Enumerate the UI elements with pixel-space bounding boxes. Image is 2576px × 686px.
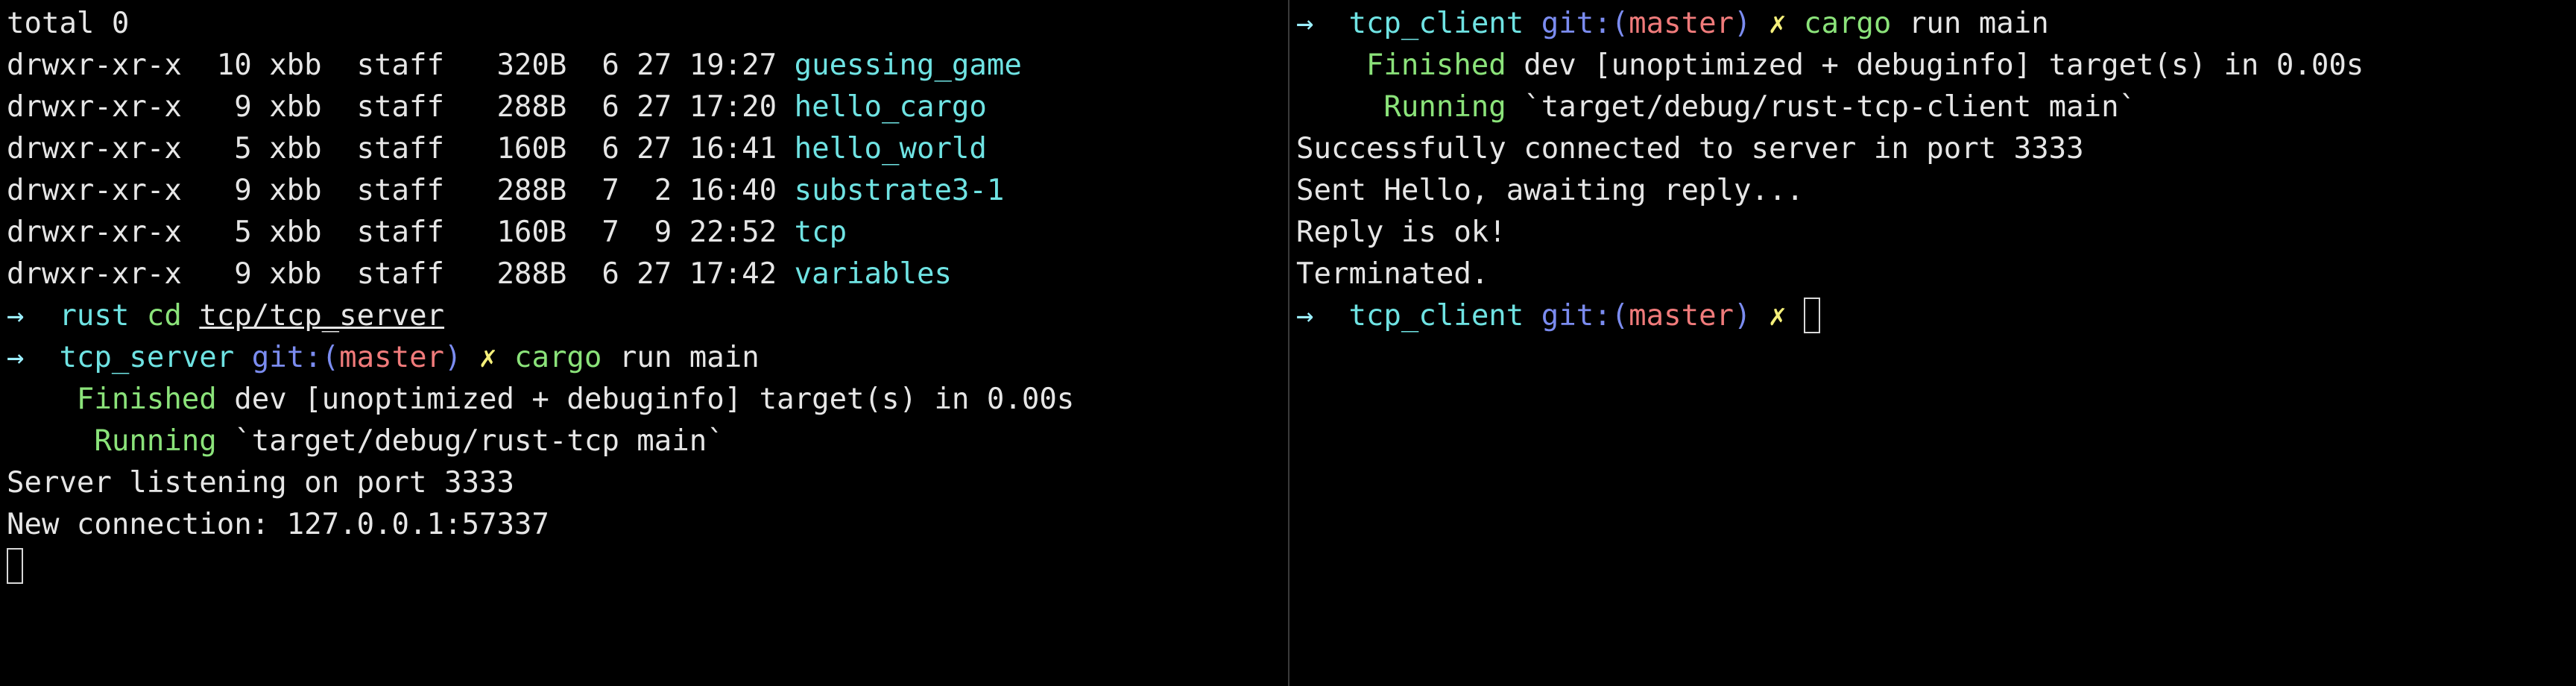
terminal-window[interactable]: total 0 drwxr-xr-x 10 xbb staff 320B 6 2… (0, 0, 2576, 686)
output-line: Reply is ok! (1296, 212, 2576, 254)
listing-row: drwxr-xr-x 10 xbb staff 320B 6 27 19:27 … (7, 45, 1288, 86)
listing-meta: drwxr-xr-x 9 xbb staff 288B 6 27 17:42 (7, 257, 795, 291)
finished-label: Finished (76, 383, 217, 416)
running-text: `target/debug/rust-tcp-client main` (1524, 90, 2137, 124)
finished-line: Finished dev [unoptimized + debuginfo] t… (7, 379, 1288, 421)
terminal-pane-right[interactable]: → tcp_client git:(master) ✗ cargo run ma… (1289, 0, 2576, 686)
prompt-command: cd (146, 299, 182, 333)
running-line: Running `target/debug/rust-tcp-client ma… (1296, 86, 2576, 128)
git-label: git:( (251, 341, 340, 374)
block-cursor-icon[interactable] (1803, 297, 1820, 333)
prompt-line-tcp-client: → tcp_client git:(master) ✗ cargo run ma… (1296, 3, 2576, 45)
finished-line: Finished dev [unoptimized + debuginfo] t… (1296, 45, 2576, 86)
output-text: Reply is ok! (1296, 215, 1506, 249)
running-text: `target/debug/rust-tcp main` (234, 424, 724, 458)
cursor-line (7, 546, 1288, 588)
total-text: total 0 (7, 7, 130, 40)
listing-row: drwxr-xr-x 9 xbb staff 288B 6 27 17:42 v… (7, 254, 1288, 295)
output-line: Server listening on port 3333 (7, 462, 1288, 504)
listing-row: drwxr-xr-x 9 xbb staff 288B 6 27 17:20 h… (7, 86, 1288, 128)
output-line: New connection: 127.0.0.1:57337 (7, 504, 1288, 546)
dirty-x-mark-icon: ✗ (1769, 7, 1787, 40)
prompt-arrow-icon: → (7, 341, 25, 374)
git-close: ) (444, 341, 462, 374)
listing-dir-name: hello_world (794, 132, 987, 166)
listing-meta: drwxr-xr-x 9 xbb staff 288B 6 27 17:20 (7, 90, 795, 124)
listing-meta: drwxr-xr-x 5 xbb staff 160B 6 27 16:41 (7, 132, 795, 166)
output-text: Sent Hello, awaiting reply... (1296, 174, 1804, 207)
prompt-dir: tcp_client (1348, 299, 1524, 333)
prompt-args: run main (1908, 7, 2049, 40)
prompt-line-tcp-client-active: → tcp_client git:(master) ✗ (1296, 295, 2576, 337)
listing-row: drwxr-xr-x 5 xbb staff 160B 7 9 22:52 tc… (7, 212, 1288, 254)
dirty-x-mark-icon: ✗ (479, 341, 497, 374)
prompt-arrow-icon: → (1296, 299, 1314, 333)
finished-label: Finished (1366, 48, 1506, 82)
listing-meta: drwxr-xr-x 10 xbb staff 320B 6 27 19:27 (7, 48, 795, 82)
listing-row: drwxr-xr-x 9 xbb staff 288B 7 2 16:40 su… (7, 170, 1288, 212)
output-text: Terminated. (1296, 257, 1489, 291)
git-branch: master (1629, 7, 1734, 40)
running-line: Running `target/debug/rust-tcp main` (7, 421, 1288, 462)
prompt-arrow-icon: → (7, 299, 25, 333)
git-branch: master (339, 341, 445, 374)
listing-dir-name: substrate3-1 (794, 174, 1005, 207)
finished-text: dev [unoptimized + debuginfo] target(s) … (1524, 48, 2364, 82)
prompt-arg-path: tcp/tcp_server (199, 299, 445, 333)
listing-dir-name: tcp (794, 215, 847, 249)
git-close: ) (1734, 299, 1752, 333)
listing-meta: drwxr-xr-x 5 xbb staff 160B 7 9 22:52 (7, 215, 795, 249)
git-branch: master (1629, 299, 1734, 333)
running-label: Running (1383, 90, 1506, 124)
terminal-pane-left[interactable]: total 0 drwxr-xr-x 10 xbb staff 320B 6 2… (0, 0, 1288, 686)
output-line: Successfully connected to server in port… (1296, 128, 2576, 170)
listing-dir-name: variables (794, 257, 952, 291)
prompt-dir: rust (59, 299, 130, 333)
output-text: Server listening on port 3333 (7, 466, 514, 500)
output-text: Successfully connected to server in port… (1296, 132, 2084, 166)
listing-dir-name: hello_cargo (794, 90, 987, 124)
running-label: Running (94, 424, 217, 458)
prompt-command: cargo (514, 341, 602, 374)
prompt-line-rust: → rust cd tcp/tcp_server (7, 295, 1288, 337)
prompt-dir: tcp_client (1348, 7, 1524, 40)
git-label: git:( (1541, 7, 1629, 40)
prompt-line-tcp-server: → tcp_server git:(master) ✗ cargo run ma… (7, 337, 1288, 379)
dirty-x-mark-icon: ✗ (1769, 299, 1787, 333)
prompt-dir: tcp_server (59, 341, 235, 374)
listing-meta: drwxr-xr-x 9 xbb staff 288B 7 2 16:40 (7, 174, 795, 207)
total-line: total 0 (7, 3, 1288, 45)
finished-text: dev [unoptimized + debuginfo] target(s) … (234, 383, 1075, 416)
listing-row: drwxr-xr-x 5 xbb staff 160B 6 27 16:41 h… (7, 128, 1288, 170)
git-close: ) (1734, 7, 1752, 40)
output-line: Sent Hello, awaiting reply... (1296, 170, 2576, 212)
output-text: New connection: 127.0.0.1:57337 (7, 508, 549, 541)
block-cursor-icon (7, 547, 23, 584)
prompt-arrow-icon: → (1296, 7, 1314, 40)
prompt-command: cargo (1803, 7, 1892, 40)
listing-dir-name: guessing_game (794, 48, 1022, 82)
output-line: Terminated. (1296, 254, 2576, 295)
git-label: git:( (1541, 299, 1629, 333)
prompt-args: run main (619, 341, 760, 374)
directory-listing: drwxr-xr-x 10 xbb staff 320B 6 27 19:27 … (7, 45, 1288, 295)
